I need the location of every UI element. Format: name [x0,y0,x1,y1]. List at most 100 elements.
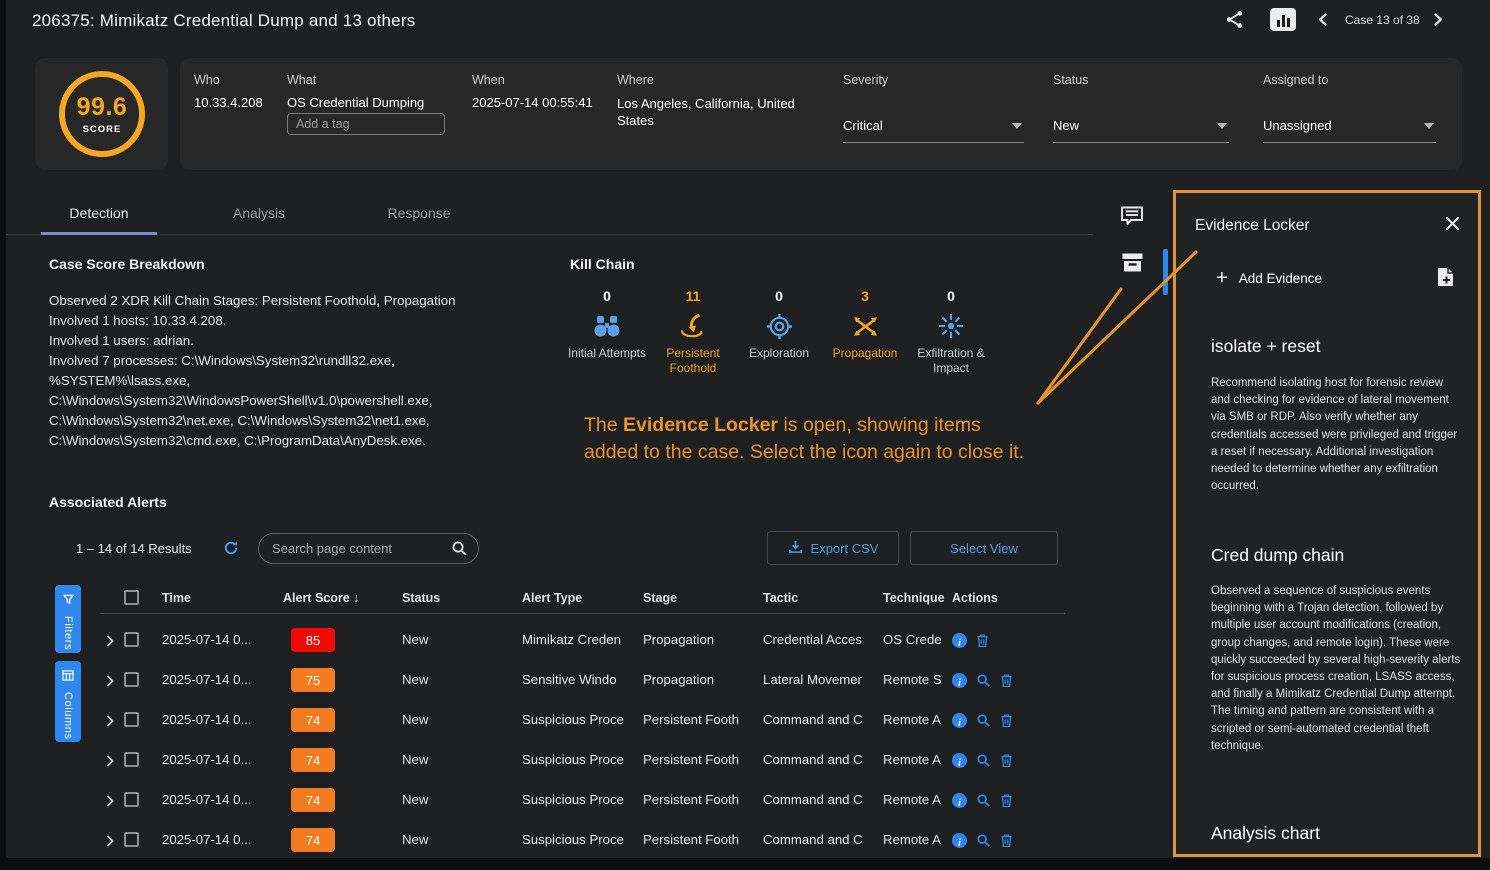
trash-icon[interactable] [1000,673,1013,688]
breakdown-line: C:\Windows\System32\WindowsPowerShell\v1… [49,391,456,411]
row-checkbox[interactable] [124,792,139,807]
where-label: Where [617,73,654,87]
cell-status: New [402,820,517,860]
cell-tactic: Command and C [763,820,879,860]
header-tactic[interactable]: Tactic [763,583,879,614]
breakdown-title: Case Score Breakdown [49,256,205,272]
cell-stage: Propagation [643,660,759,700]
columns-icon [62,668,74,686]
filters-button[interactable]: Filters [55,585,81,653]
cell-technique: OS Crede [883,620,947,660]
starburst-icon [908,310,994,342]
assignee-select[interactable]: Unassigned [1263,118,1436,143]
select-view-button[interactable]: Select View [910,531,1058,565]
info-icon[interactable] [952,633,967,648]
annotation-text: is open, showing items [778,414,981,436]
evidence-item-heading[interactable]: isolate + reset [1211,336,1320,357]
evidence-locker-toggle[interactable] [1114,250,1150,280]
file-plus-icon[interactable] [1437,267,1454,292]
row-checkbox[interactable] [124,632,139,647]
bar-chart-icon[interactable] [1270,8,1296,31]
scrollbar-thumb[interactable] [1163,249,1168,295]
row-checkbox[interactable] [124,672,139,687]
row-expander-icon[interactable] [106,714,114,732]
page-title: 206375: Mimikatz Credential Dump and 13 … [32,11,415,31]
tab-response[interactable]: Response [339,190,499,235]
trash-icon[interactable] [1000,793,1013,808]
info-icon[interactable] [952,673,967,688]
evidence-item-heading[interactable]: Cred dump chain [1211,545,1344,566]
stage-exfiltration-impact[interactable]: 0 Exfiltration & Impact [908,288,994,376]
magnifier-icon[interactable] [976,673,991,688]
stage-label: Propagation [822,346,908,361]
trash-icon[interactable] [976,633,989,648]
trash-icon[interactable] [1000,753,1013,768]
row-checkbox[interactable] [124,752,139,767]
magnifier-icon[interactable] [976,793,991,808]
info-icon[interactable] [952,793,967,808]
breakdown-line: Involved 1 users: adrian. [49,331,456,351]
stage-propagation[interactable]: 3 Propagation [822,288,908,376]
add-tag-input[interactable] [287,113,445,135]
share-icon[interactable] [1224,9,1245,35]
cell-time: 2025-07-14 0... [162,700,280,740]
header-status[interactable]: Status [402,583,517,614]
evidence-item-heading[interactable]: Analysis chart [1211,823,1320,844]
columns-button[interactable]: Columns [55,661,81,742]
alert-row[interactable]: 2025-07-14 0... 74 New Suspicious Proce … [100,700,1065,740]
row-expander-icon[interactable] [106,674,114,692]
results-count: 1 – 14 of 14 Results [76,541,192,556]
stage-initial-attempts[interactable]: 0 Initial Attempts [564,288,650,376]
row-actions [952,620,989,660]
cell-alert-type: Suspicious Proce [522,820,638,860]
row-expander-icon[interactable] [106,834,114,852]
status-select[interactable]: New [1053,118,1229,143]
row-expander-icon[interactable] [106,634,114,652]
assigned-value: Unassigned [1263,118,1332,133]
alerts-table-header: Time Alert Score ↓ Status Alert Type Sta… [100,583,1065,614]
info-icon[interactable] [952,833,967,848]
header-stage[interactable]: Stage [643,583,759,614]
trash-icon[interactable] [1000,713,1013,728]
header-alert-score[interactable]: Alert Score ↓ [283,583,359,614]
alert-row[interactable]: 2025-07-14 0... 85 New Mimikatz Creden P… [100,620,1065,660]
tab-analysis[interactable]: Analysis [179,190,339,235]
close-icon[interactable] [1445,216,1460,236]
select-all-checkbox[interactable] [124,590,139,605]
chevron-right-icon[interactable] [1434,13,1443,31]
export-csv-button[interactable]: Export CSV [767,531,899,565]
header-technique[interactable]: Technique [883,583,947,614]
score-caption: SCORE [83,124,122,135]
score-value: 99.6 [77,93,128,122]
header-time[interactable]: Time [162,583,280,614]
row-checkbox[interactable] [124,712,139,727]
who-value: 10.33.4.208 [194,95,263,110]
chevron-left-icon[interactable] [1318,13,1327,31]
stage-persistent-foothold[interactable]: 11 Persistent Foothold [650,288,736,376]
stage-exploration[interactable]: 0 Exploration [736,288,822,376]
info-icon[interactable] [952,753,967,768]
magnifier-icon[interactable] [976,833,991,848]
severity-select[interactable]: Critical [843,118,1024,143]
alert-row[interactable]: 2025-07-14 0... 74 New Suspicious Proce … [100,820,1065,860]
add-evidence-button[interactable]: + Add Evidence [1216,269,1322,287]
tab-detection[interactable]: Detection [19,190,179,235]
alert-row[interactable]: 2025-07-14 0... 74 New Suspicious Proce … [100,740,1065,780]
alert-row[interactable]: 2025-07-14 0... 75 New Sensitive Windo P… [100,660,1065,700]
columns-label: Columns [62,692,74,740]
add-evidence-label: Add Evidence [1239,271,1322,286]
info-icon[interactable] [952,713,967,728]
magnifier-icon[interactable] [976,713,991,728]
row-expander-icon[interactable] [106,794,114,812]
cell-stage: Persistent Footh [643,820,759,860]
comments-toggle[interactable] [1114,203,1150,233]
search-icon [451,540,468,562]
trash-icon[interactable] [1000,833,1013,848]
alert-row[interactable]: 2025-07-14 0... 74 New Suspicious Proce … [100,780,1065,820]
search-input[interactable] [258,533,479,564]
header-alert-type[interactable]: Alert Type [522,583,638,614]
refresh-icon[interactable] [223,540,239,561]
row-expander-icon[interactable] [106,754,114,772]
magnifier-icon[interactable] [976,753,991,768]
row-checkbox[interactable] [124,832,139,847]
